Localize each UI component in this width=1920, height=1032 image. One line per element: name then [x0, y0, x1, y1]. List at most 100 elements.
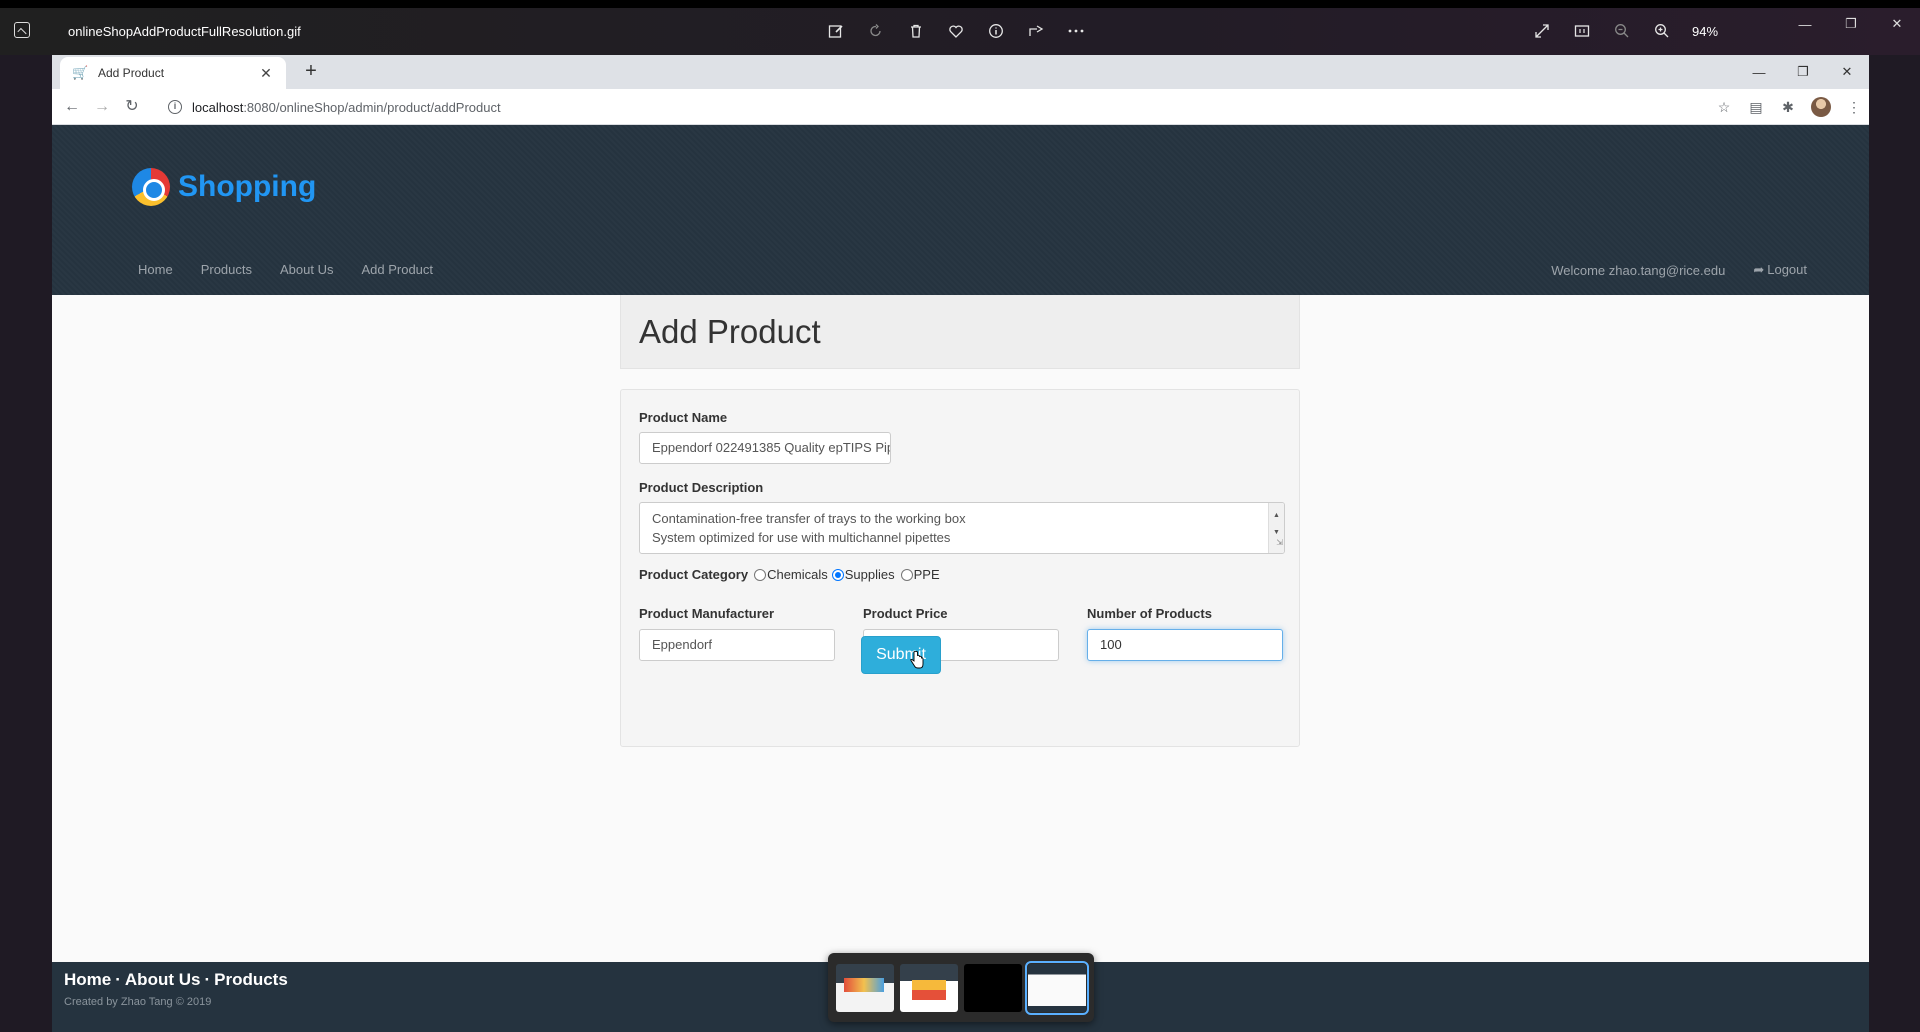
price-label: Product Price [863, 606, 948, 621]
nav-home[interactable]: Home [138, 262, 173, 277]
radio-supplies[interactable] [831, 568, 844, 581]
browser-window: 🛒 Add Product ✕ + — ❐ ✕ ← → ↻ i localhos… [52, 55, 1869, 1032]
footer-separator: · [204, 970, 211, 989]
photos-app-icon [14, 22, 30, 38]
new-tab-icon[interactable]: + [300, 61, 322, 83]
nav-products[interactable]: Products [201, 262, 252, 277]
edit-icon[interactable] [824, 19, 848, 43]
bookmark-star-icon[interactable]: ☆ [1715, 98, 1733, 116]
url-path: :8080/onlineShop/admin/product/addProduc… [243, 99, 501, 115]
welcome-text: Welcome zhao.tang@rice.edu [1551, 262, 1726, 278]
zoom-out-icon[interactable] [1610, 19, 1634, 43]
site-header: Shopping Home Products About Us Add Prod… [52, 125, 1869, 295]
footer-credit: Created by Zhao Tang © 2019 [64, 996, 212, 1008]
product-name-input[interactable]: Eppendorf 022491385 Quality epTIPS Pipet… [639, 432, 891, 464]
tab-add-product[interactable]: 🛒 Add Product ✕ [60, 57, 286, 89]
minimize-icon[interactable]: — [1782, 8, 1828, 40]
product-category-label: Product Category [639, 567, 749, 582]
description-line-cutoff [652, 547, 1272, 553]
footer-separator: · [115, 970, 121, 989]
resize-grip-icon[interactable]: ⇲ [1276, 533, 1283, 552]
site-info-icon[interactable]: i [168, 100, 182, 114]
browser-toolbar: ← → ↻ i localhost:8080/onlineShop/admin/… [52, 89, 1869, 125]
footer-about-link[interactable]: About Us [125, 970, 201, 989]
cart-icon: 🛒 [72, 65, 89, 80]
browser-window-controls: — ❐ ✕ [1737, 55, 1869, 89]
logout-label: Logout [1767, 262, 1807, 277]
brand-name: Shopping [178, 170, 317, 203]
main-nav: Home Products About Us Add Product [138, 262, 433, 277]
reload-icon[interactable]: ↻ [122, 97, 142, 117]
viewer-zoom-tools: 94% [1530, 19, 1718, 43]
category-ppe-label[interactable]: PPE [914, 567, 940, 582]
textarea-scrollbar[interactable]: ▲ ▼ ⇲ [1268, 503, 1284, 553]
page-header: Add Product [620, 295, 1300, 369]
delete-icon[interactable] [904, 19, 928, 43]
submit-button[interactable]: Submit [861, 636, 941, 674]
hand-cursor-icon [910, 651, 924, 669]
product-description-label: Product Description [639, 480, 764, 495]
manufacturer-input[interactable]: Eppendorf [639, 629, 835, 661]
logout-icon: ➦ [1753, 262, 1765, 277]
reading-mode-icon[interactable]: ▤ [1747, 98, 1765, 116]
description-line: System optimized for use with multichann… [652, 530, 951, 545]
footer-products-link[interactable]: Products [214, 970, 288, 989]
filmstrip-thumbnail[interactable] [964, 963, 1022, 1012]
profile-avatar[interactable] [1811, 97, 1831, 117]
address-bar[interactable]: i localhost:8080/onlineShop/admin/produc… [162, 93, 1817, 121]
forward-icon[interactable]: → [92, 97, 112, 117]
viewer-window-controls: — ❐ ✕ [1782, 8, 1920, 40]
filmstrip-thumbnail[interactable] [900, 963, 958, 1012]
browser-minimize-icon[interactable]: — [1737, 55, 1781, 89]
filmstrip-thumbnail[interactable] [836, 963, 894, 1012]
logout-link[interactable]: ➦ Logout [1753, 262, 1807, 278]
site-logo[interactable]: Shopping [132, 168, 316, 206]
share-icon[interactable] [1024, 19, 1048, 43]
viewer-file-name: onlineShopAddProductFullResolution.gif [68, 24, 301, 39]
web-page: Shopping Home Products About Us Add Prod… [52, 125, 1869, 1032]
footer-home-link[interactable]: Home [64, 970, 111, 989]
viewer-toolbar [824, 19, 1088, 43]
tab-close-icon[interactable]: ✕ [258, 65, 274, 82]
more-icon[interactable] [1064, 19, 1088, 43]
browser-menu-icon[interactable]: ⋮ [1845, 98, 1863, 116]
product-category-group: Product Category Chemicals Supplies PPE [639, 567, 940, 582]
radio-ppe[interactable] [900, 568, 913, 581]
browser-actions: ☆ ▤ ✱ ⋮ [1715, 89, 1863, 125]
manufacturer-label: Product Manufacturer [639, 606, 775, 621]
top-edge [0, 0, 1920, 8]
description-line: Contamination-free transfer of trays to … [652, 511, 966, 526]
browser-close-icon[interactable]: ✕ [1825, 55, 1869, 89]
url-text: localhost:8080/onlineShop/admin/product/… [192, 100, 501, 115]
product-description-textarea[interactable]: Contamination-free transfer of trays to … [639, 502, 1285, 554]
tab-strip: 🛒 Add Product ✕ + — ❐ ✕ [52, 55, 1869, 89]
footer-links: Home · About Us · Products [64, 970, 288, 990]
zoom-in-icon[interactable] [1650, 19, 1674, 43]
quantity-label: Number of Products [1087, 606, 1212, 621]
user-nav: Welcome zhao.tang@rice.edu ➦ Logout [1551, 262, 1807, 278]
nav-about-us[interactable]: About Us [280, 262, 333, 277]
extensions-icon[interactable]: ✱ [1779, 98, 1797, 116]
back-icon[interactable]: ← [62, 97, 82, 117]
product-name-label: Product Name [639, 410, 728, 425]
fullscreen-icon[interactable] [1530, 19, 1554, 43]
frame-filmstrip [828, 953, 1094, 1022]
brand-logo-icon [132, 168, 170, 206]
zoom-level: 94% [1692, 23, 1719, 39]
radio-chemicals[interactable] [754, 568, 767, 581]
quantity-input[interactable]: 100 [1087, 629, 1283, 661]
page-title: Add Product [639, 313, 821, 350]
category-supplies-label[interactable]: Supplies [845, 567, 895, 582]
add-product-form: Product Name Eppendorf 022491385 Quality… [620, 389, 1300, 747]
info-icon[interactable] [984, 19, 1008, 43]
url-host: localhost [192, 99, 244, 115]
filmstrip-thumbnail-selected[interactable] [1025, 960, 1089, 1015]
favorite-icon[interactable] [944, 19, 968, 43]
browser-restore-icon[interactable]: ❐ [1781, 55, 1825, 89]
restore-icon[interactable]: ❐ [1828, 8, 1874, 40]
fit-icon[interactable] [1570, 19, 1594, 43]
category-chemicals-label[interactable]: Chemicals [767, 567, 828, 582]
rotate-icon[interactable] [864, 19, 888, 43]
close-icon[interactable]: ✕ [1874, 8, 1920, 40]
nav-add-product[interactable]: Add Product [361, 262, 433, 277]
